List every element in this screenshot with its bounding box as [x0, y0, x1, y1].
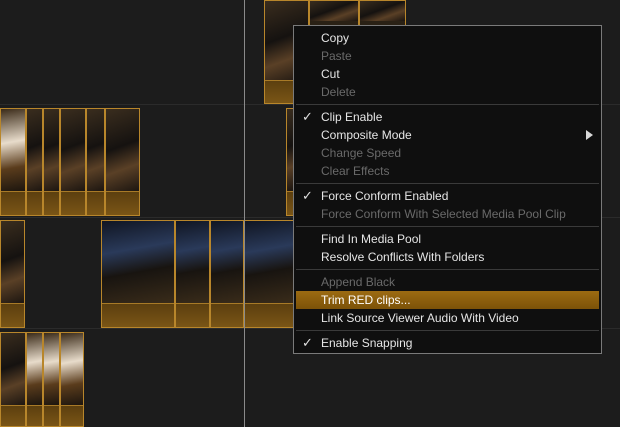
- menu-item-delete: Delete: [296, 83, 599, 101]
- menu-item-append-black: Append Black: [296, 273, 599, 291]
- menu-item-label: Force Conform With Selected Media Pool C…: [321, 207, 566, 221]
- timeline-clip[interactable]: [0, 332, 26, 427]
- chevron-right-icon: [586, 130, 593, 140]
- menu-item-label: Trim RED clips...: [321, 293, 411, 307]
- timeline-clip[interactable]: [175, 220, 210, 328]
- menu-item-label: Cut: [321, 67, 340, 81]
- checkmark-icon: ✓: [302, 109, 313, 124]
- menu-item-copy[interactable]: Copy: [296, 29, 599, 47]
- menu-item-composite-mode[interactable]: Composite Mode: [296, 126, 599, 144]
- menu-separator: [296, 104, 599, 105]
- timeline-clip[interactable]: [26, 332, 43, 427]
- menu-item-label: Clear Effects: [321, 164, 390, 178]
- menu-item-label: Link Source Viewer Audio With Video: [321, 311, 519, 325]
- timeline-clip[interactable]: [105, 108, 140, 216]
- menu-item-label: Append Black: [321, 275, 396, 289]
- checkmark-icon: ✓: [302, 335, 313, 350]
- menu-item-paste: Paste: [296, 47, 599, 65]
- menu-item-label: Paste: [321, 49, 352, 63]
- menu-item-label: Resolve Conflicts With Folders: [321, 250, 485, 264]
- menu-separator: [296, 183, 599, 184]
- timeline-clip[interactable]: [309, 0, 359, 28]
- menu-separator: [296, 330, 599, 331]
- menu-item-label: Delete: [321, 85, 356, 99]
- menu-item-label: Change Speed: [321, 146, 402, 160]
- timeline-clip[interactable]: [0, 220, 25, 328]
- timeline-clip[interactable]: [60, 332, 84, 427]
- context-menu: Copy Paste Cut Delete ✓ Clip Enable Comp…: [293, 25, 602, 354]
- menu-item-label: Enable Snapping: [321, 336, 413, 350]
- timeline-clip[interactable]: [43, 332, 60, 427]
- timeline-clip[interactable]: [0, 108, 26, 216]
- menu-item-change-speed: Change Speed: [296, 144, 599, 162]
- timeline-clip[interactable]: [101, 220, 175, 328]
- menu-item-enable-snapping[interactable]: ✓ Enable Snapping: [296, 334, 599, 352]
- timeline-clip[interactable]: [210, 220, 244, 328]
- timeline-clip[interactable]: [86, 108, 105, 216]
- menu-item-label: Force Conform Enabled: [321, 189, 449, 203]
- menu-item-clip-enable[interactable]: ✓ Clip Enable: [296, 108, 599, 126]
- checkmark-icon: ✓: [302, 188, 313, 203]
- menu-item-force-conform-enabled[interactable]: ✓ Force Conform Enabled: [296, 187, 599, 205]
- menu-separator: [296, 226, 599, 227]
- menu-item-trim-red-clips[interactable]: Trim RED clips...: [296, 291, 599, 309]
- menu-item-resolve-conflicts[interactable]: Resolve Conflicts With Folders: [296, 248, 599, 266]
- timeline-clip[interactable]: [244, 220, 294, 328]
- menu-separator: [296, 269, 599, 270]
- timeline-clip[interactable]: [43, 108, 60, 216]
- menu-item-label: Copy: [321, 31, 350, 45]
- menu-item-cut[interactable]: Cut: [296, 65, 599, 83]
- menu-item-label: Composite Mode: [321, 128, 412, 142]
- menu-item-find-in-media-pool[interactable]: Find In Media Pool: [296, 230, 599, 248]
- menu-item-force-conform-selected: Force Conform With Selected Media Pool C…: [296, 205, 599, 223]
- menu-item-link-source-viewer-audio[interactable]: Link Source Viewer Audio With Video: [296, 309, 599, 327]
- timeline-clip[interactable]: [359, 0, 406, 28]
- playhead[interactable]: [244, 0, 245, 427]
- timeline-clip[interactable]: [26, 108, 43, 216]
- menu-item-label: Clip Enable: [321, 110, 383, 124]
- menu-item-clear-effects: Clear Effects: [296, 162, 599, 180]
- menu-item-label: Find In Media Pool: [321, 232, 422, 246]
- timeline-clip[interactable]: [60, 108, 86, 216]
